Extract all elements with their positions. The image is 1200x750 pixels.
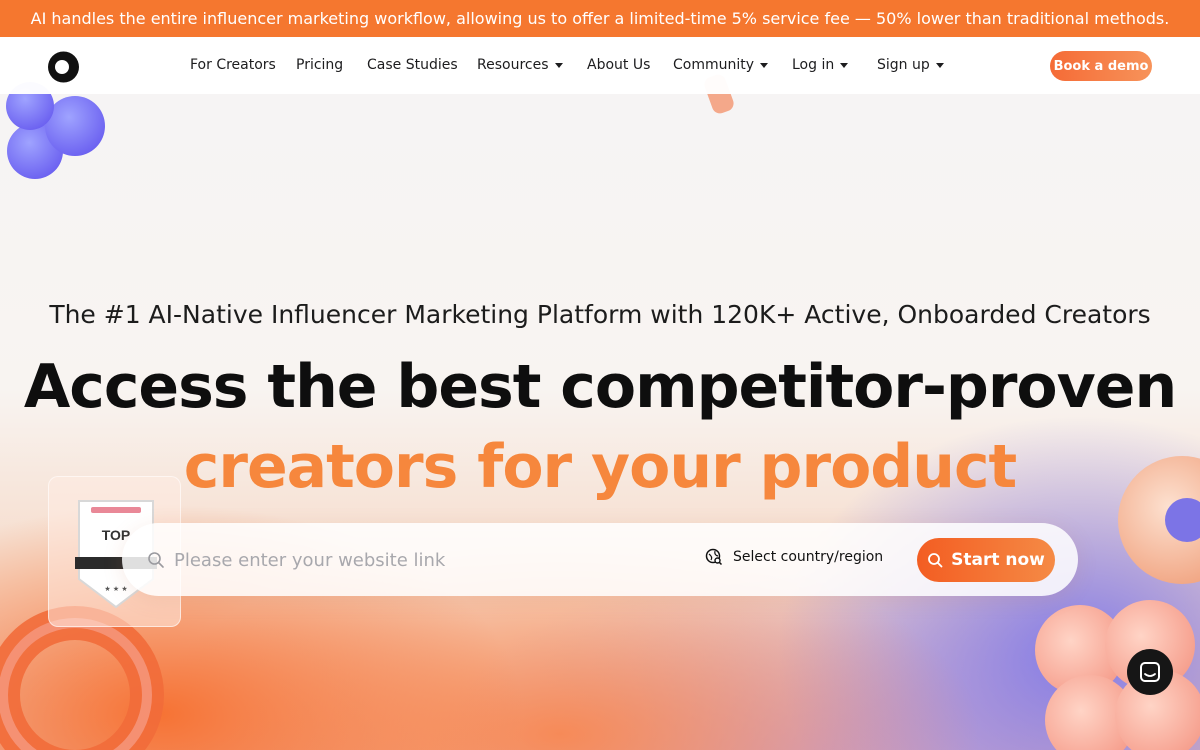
nav-item-label: Case Studies bbox=[367, 57, 458, 73]
nav-item-community[interactable]: Community bbox=[673, 57, 769, 73]
main-navbar: For Creators Pricing Case Studies Resour… bbox=[0, 37, 1200, 94]
book-demo-button[interactable]: Book a demo bbox=[1050, 51, 1152, 81]
nav-item-sign-up[interactable]: Sign up bbox=[877, 57, 944, 73]
nav-item-for-creators[interactable]: For Creators bbox=[190, 57, 276, 73]
nav-item-case-studies[interactable]: Case Studies bbox=[367, 57, 458, 73]
search-icon bbox=[928, 553, 943, 568]
brand-logo-icon[interactable] bbox=[47, 51, 80, 83]
search-icon bbox=[148, 552, 164, 568]
chevron-down-icon bbox=[840, 63, 849, 68]
nav-item-pricing[interactable]: Pricing bbox=[296, 57, 343, 73]
hero-headline-line1: Access the best competitor-proven bbox=[23, 352, 1177, 422]
region-label: Select country/region bbox=[733, 549, 884, 565]
nav-item-label: Log in bbox=[792, 57, 835, 73]
start-now-label: Start now bbox=[951, 550, 1045, 570]
chevron-down-icon bbox=[935, 63, 944, 68]
chevron-down-icon bbox=[760, 63, 769, 68]
svg-text:★ ★ ★: ★ ★ ★ bbox=[104, 585, 127, 593]
website-link-input[interactable] bbox=[174, 543, 614, 577]
nav-item-log-in[interactable]: Log in bbox=[792, 57, 849, 73]
chat-icon bbox=[1140, 662, 1160, 682]
nav-item-label: Community bbox=[673, 57, 755, 73]
nav-item-label: Resources bbox=[477, 57, 549, 73]
announcement-banner[interactable]: AI handles the entire influencer marketi… bbox=[0, 0, 1200, 37]
nav-item-label: Pricing bbox=[296, 57, 344, 73]
hero-subtitle: The #1 AI-Native Influencer Marketing Pl… bbox=[49, 300, 1151, 329]
country-region-select[interactable]: Select country/region bbox=[705, 548, 883, 566]
globe-search-icon bbox=[705, 548, 723, 566]
banner-text: AI handles the entire influencer marketi… bbox=[30, 9, 1170, 28]
chevron-down-icon bbox=[554, 63, 563, 68]
nav-item-about-us[interactable]: About Us bbox=[587, 57, 650, 73]
nav-item-label: Sign up bbox=[877, 57, 930, 73]
nav-item-label: About Us bbox=[587, 57, 651, 73]
website-search-bar: Select country/region Start now bbox=[122, 523, 1078, 596]
start-now-button[interactable]: Start now bbox=[917, 538, 1055, 582]
nav-item-resources[interactable]: Resources bbox=[477, 57, 563, 73]
nav-item-label: For Creators bbox=[190, 57, 276, 73]
chat-widget-button[interactable] bbox=[1127, 649, 1173, 695]
decorative-flower-right bbox=[1035, 600, 1200, 750]
